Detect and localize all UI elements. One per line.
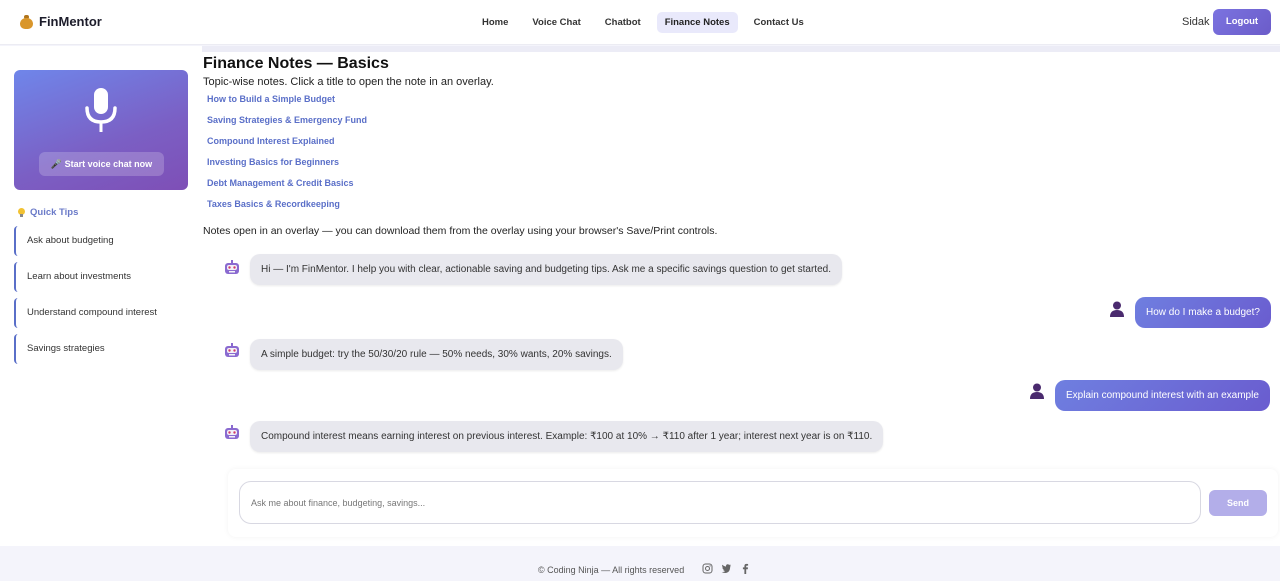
tip-budgeting[interactable]: Ask about budgeting xyxy=(14,226,186,256)
sidebar: 🎤 Start voice chat now Quick Tips Ask ab… xyxy=(0,46,202,546)
bot-message: Hi — I'm FinMentor. I help you with clea… xyxy=(250,254,842,285)
note-link-investing[interactable]: Investing Basics for Beginners xyxy=(207,157,339,167)
logout-button[interactable]: Logout xyxy=(1213,9,1271,35)
brand[interactable]: FinMentor xyxy=(20,14,102,29)
main-top-strip xyxy=(202,46,1280,52)
user-name: Sidak xyxy=(1182,16,1210,28)
note-link-taxes[interactable]: Taxes Basics & Recordkeeping xyxy=(207,199,340,209)
nav-home[interactable]: Home xyxy=(474,12,516,33)
nav-finance-notes[interactable]: Finance Notes xyxy=(656,12,738,33)
quick-tips-title: Quick Tips xyxy=(18,207,78,218)
send-button[interactable]: Send xyxy=(1209,490,1267,516)
main-nav: Home Voice Chat Chatbot Finance Notes Co… xyxy=(474,12,812,33)
chat-input[interactable] xyxy=(239,481,1201,524)
user-message: Explain compound interest with an exampl… xyxy=(1055,380,1270,411)
money-bag-icon xyxy=(20,14,33,29)
user-message: How do I make a budget? xyxy=(1135,297,1271,328)
nav-contact-us[interactable]: Contact Us xyxy=(746,12,812,33)
instagram-icon[interactable] xyxy=(702,563,713,574)
note-link-compound[interactable]: Compound Interest Explained xyxy=(207,136,335,146)
footer-copyright: © Coding Ninja — All rights reserved xyxy=(538,565,685,575)
page-title: Finance Notes — Basics xyxy=(203,55,389,72)
start-voice-chat-button[interactable]: 🎤 Start voice chat now xyxy=(39,152,164,176)
voice-chat-card: 🎤 Start voice chat now xyxy=(14,70,188,190)
tip-investments[interactable]: Learn about investments xyxy=(14,262,186,292)
robot-icon xyxy=(225,343,239,357)
note-link-saving[interactable]: Saving Strategies & Emergency Fund xyxy=(207,115,367,125)
bot-message: Compound interest means earning interest… xyxy=(250,421,884,452)
note-link-debt[interactable]: Debt Management & Credit Basics xyxy=(207,178,354,188)
facebook-icon[interactable] xyxy=(740,563,751,574)
nav-voice-chat[interactable]: Voice Chat xyxy=(524,12,588,33)
footer xyxy=(0,546,1280,581)
nav-chatbot[interactable]: Chatbot xyxy=(597,12,649,33)
twitter-icon[interactable] xyxy=(721,563,732,574)
user-avatar-icon xyxy=(1030,383,1044,399)
note-link-budget[interactable]: How to Build a Simple Budget xyxy=(207,94,335,104)
notes-hint: Notes open in an overlay — you can downl… xyxy=(203,225,718,237)
page-subtitle: Topic-wise notes. Click a title to open … xyxy=(203,76,494,88)
tip-savings[interactable]: Savings strategies xyxy=(14,334,186,364)
top-header: FinMentor Home Voice Chat Chatbot Financ… xyxy=(0,0,1280,45)
user-avatar-icon xyxy=(1110,301,1124,317)
bot-message: A simple budget: try the 50/30/20 rule —… xyxy=(250,339,623,370)
lightbulb-icon xyxy=(18,208,25,217)
robot-icon xyxy=(225,260,239,274)
brand-name: FinMentor xyxy=(39,14,102,29)
quick-tips-label: Quick Tips xyxy=(30,207,79,218)
tip-compound-interest[interactable]: Understand compound interest xyxy=(14,298,186,328)
microphone-icon xyxy=(85,88,117,132)
robot-icon xyxy=(225,425,239,439)
